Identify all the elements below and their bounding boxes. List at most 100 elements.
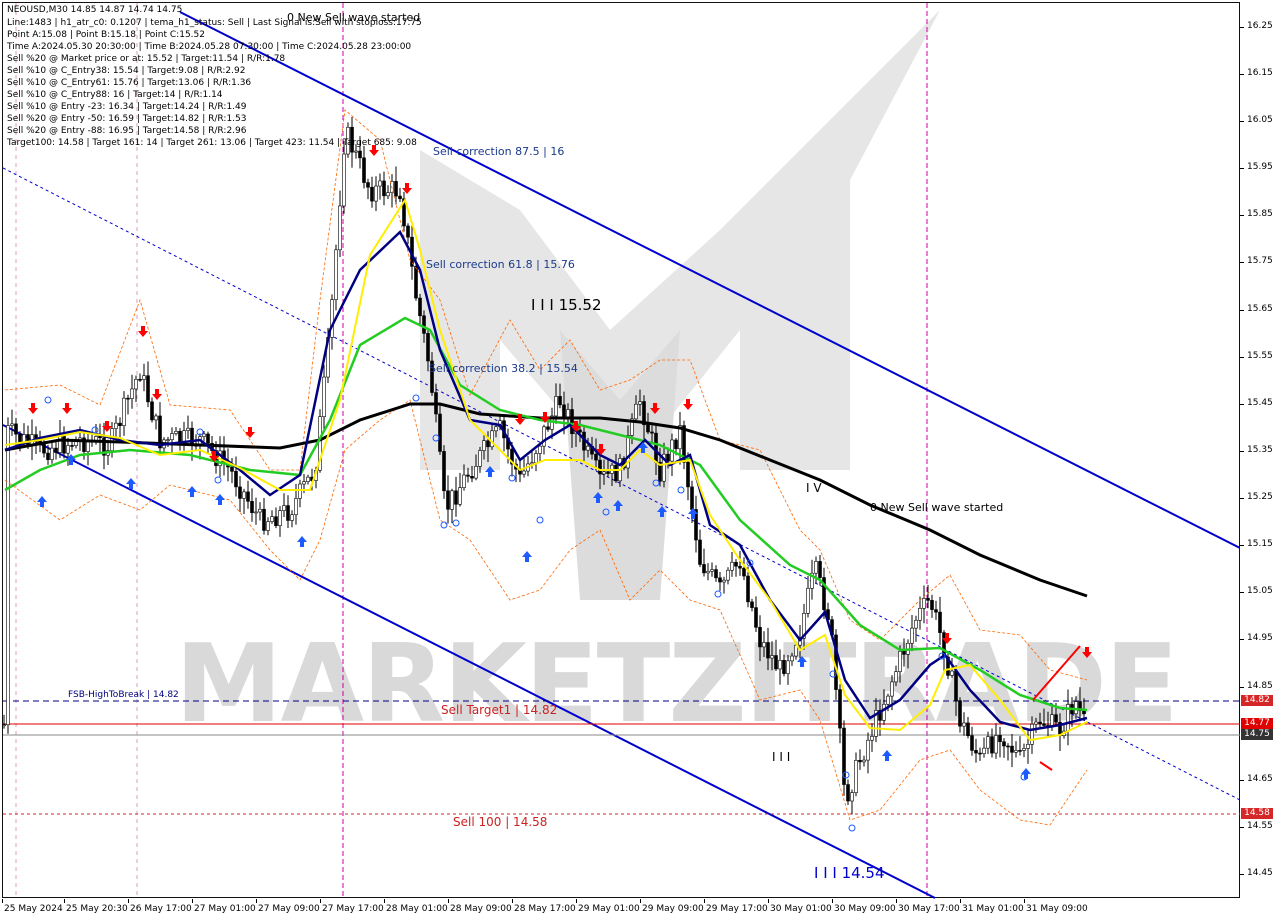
candle-body <box>606 471 610 474</box>
candle-body <box>54 447 58 453</box>
info-line: Sell %10 @ C_Entry88: 16 | Target:14 | R… <box>7 90 223 100</box>
info-line: Sell %20 @ Entry -88: 16.95 | Target:14.… <box>7 126 247 136</box>
price-tick <box>1240 310 1244 311</box>
time-tick <box>128 899 129 903</box>
candle-body <box>950 670 954 676</box>
candle-body <box>922 598 926 609</box>
time-tick-label: 30 May 09:00 <box>834 904 896 914</box>
time-axis[interactable]: 25 May 2024 25 May 20:30 26 May 17:00 27 Ma… <box>0 899 1240 920</box>
price-tick <box>1240 74 1244 75</box>
candle-body <box>990 736 994 754</box>
candle-body <box>974 750 978 754</box>
candle-body <box>150 401 154 421</box>
time-tick <box>704 899 705 903</box>
candle-body <box>190 427 194 447</box>
time-tick-label: 25 May 2024 <box>4 904 63 914</box>
buy-arrow-icon <box>797 656 807 667</box>
price-tick-label: 15.75 <box>1247 256 1273 266</box>
candle-body <box>646 424 650 433</box>
candle-body <box>614 464 618 482</box>
time-tick <box>192 899 193 903</box>
candle-body <box>722 579 726 583</box>
wave-iii-label: I I I 15.52 <box>531 296 602 314</box>
candle-body <box>1074 701 1078 715</box>
candle-body <box>134 378 138 390</box>
candle-body <box>902 651 906 655</box>
candle-body <box>426 333 430 362</box>
price-tick-label: 15.35 <box>1247 445 1273 455</box>
candle-body <box>114 422 118 429</box>
time-tick-label: 28 May 01:00 <box>386 904 448 914</box>
price-tick <box>1240 262 1244 263</box>
candle-body <box>234 471 238 488</box>
candle-body <box>246 491 250 502</box>
time-tick <box>640 899 641 903</box>
time-tick <box>576 899 577 903</box>
price-tick <box>1240 498 1244 499</box>
candle-body <box>978 752 982 755</box>
marker-circle-icon <box>91 426 99 434</box>
candle-body <box>274 516 278 526</box>
candle-body <box>186 427 190 431</box>
buy-arrow-icon <box>657 506 667 517</box>
candle-body <box>374 185 378 202</box>
candle-body <box>886 695 890 705</box>
candle-body <box>754 607 758 628</box>
candle-body <box>938 611 942 633</box>
candle-body <box>702 564 706 574</box>
candle-body <box>334 249 338 300</box>
wave-iii-low-label: I I I 14.54 <box>814 864 885 882</box>
candle-body <box>1014 750 1018 753</box>
candle-body <box>458 487 462 505</box>
price-axis[interactable]: 16.25 16.15 16.05 15.95 15.85 15.75 15.65 15.55… <box>1240 0 1280 900</box>
candle-body <box>890 681 894 697</box>
time-tick-label: 29 May 01:00 <box>578 904 640 914</box>
time-tick-label: 26 May 17:00 <box>130 904 192 914</box>
price-tick-label: 16.25 <box>1247 21 1273 31</box>
candle-body <box>70 445 74 447</box>
candle-body <box>474 466 478 479</box>
candle-body <box>710 569 714 572</box>
candle-body <box>818 561 822 578</box>
candle-body <box>986 736 990 749</box>
candle-body <box>958 700 962 727</box>
candle-body <box>726 569 730 581</box>
candle-body <box>250 501 254 513</box>
candle-body <box>758 626 762 648</box>
candle-body <box>50 447 54 460</box>
marker-circle-icon <box>214 476 222 484</box>
wave-iv-label: I V <box>806 481 822 495</box>
candle-body <box>306 476 310 482</box>
candle-body <box>898 651 902 672</box>
price-tick-label: 15.25 <box>1247 492 1273 502</box>
candle-body <box>1038 721 1042 725</box>
price-tick <box>1240 545 1244 546</box>
candle-body <box>142 375 146 380</box>
chart-window[interactable]: MARKETZITRADE NEOUSD,M30 14.85 14.87 14.… <box>0 0 1280 920</box>
buy-arrow-icon <box>613 500 623 511</box>
buy-arrow-icon <box>187 486 197 497</box>
wave-ii-label: I I I <box>772 750 791 764</box>
candle-body <box>970 735 974 751</box>
candle-body <box>266 521 270 531</box>
candle-body <box>166 439 170 442</box>
price-tick <box>1240 639 1244 640</box>
candle-body <box>322 376 326 417</box>
buy-arrow-icon <box>882 750 892 761</box>
price-tick <box>1240 451 1244 452</box>
sell-arrow-icon <box>28 403 38 414</box>
candle-body <box>354 150 358 153</box>
candle-body <box>578 429 582 433</box>
candle-body <box>894 671 898 683</box>
price-tick-label: 15.95 <box>1247 162 1273 172</box>
candle-body <box>598 459 602 475</box>
candle-body <box>850 792 854 802</box>
candle-body <box>174 430 178 434</box>
envelope-upper-line <box>4 109 1088 681</box>
price-tick <box>1240 874 1244 875</box>
candle-body <box>438 413 442 452</box>
candle-body <box>258 508 262 513</box>
buy-arrow-icon <box>215 494 225 505</box>
candle-body <box>1010 745 1014 753</box>
candle-body <box>746 575 750 603</box>
